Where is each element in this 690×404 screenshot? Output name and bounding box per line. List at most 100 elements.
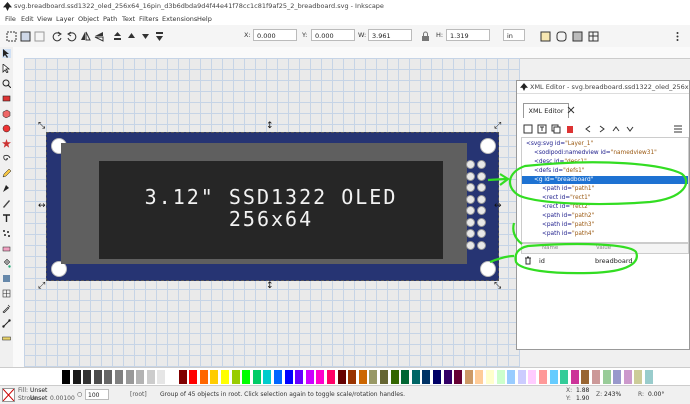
color-swatch[interactable]	[496, 370, 505, 384]
xml-node[interactable]: <path id="path3"	[522, 221, 594, 229]
scale-handle-bottom[interactable]: ↕	[266, 282, 274, 291]
layer-select[interactable]: [root]	[130, 391, 147, 398]
selector-tool-icon[interactable]	[2, 49, 11, 58]
xml-node[interactable]: <svg:svg id="Layer_1"	[522, 140, 593, 148]
color-swatch[interactable]	[125, 370, 134, 384]
rectangle-tool-icon[interactable]	[2, 94, 11, 103]
color-swatch[interactable]	[316, 370, 325, 384]
color-swatch[interactable]	[528, 370, 537, 384]
color-swatch[interactable]	[252, 370, 261, 384]
indent-node-icon[interactable]	[597, 124, 607, 134]
color-swatch[interactable]	[337, 370, 346, 384]
ellipse-tool-icon[interactable]	[2, 124, 11, 133]
xml-node[interactable]: <path id="path2"	[522, 212, 594, 220]
y-field[interactable]: 0.000	[311, 29, 355, 41]
scale-handle-right[interactable]: ↔	[494, 202, 502, 211]
zoom-tool-icon[interactable]	[2, 79, 11, 88]
raise-node-icon[interactable]	[611, 124, 621, 134]
menu-edit[interactable]: Edit	[21, 15, 34, 23]
stroke-width[interactable]: 0.00100	[50, 395, 75, 402]
menu-filters[interactable]: Filters	[139, 15, 158, 23]
paint-bucket-tool-icon[interactable]	[2, 259, 11, 268]
select-all-layers-icon[interactable]	[20, 31, 31, 42]
rotation-value[interactable]: 0.00°	[648, 391, 664, 398]
rotate-ccw-icon[interactable]	[52, 31, 63, 42]
menu-help[interactable]: Help	[197, 15, 212, 23]
xml-node[interactable]: <path id="path4"	[522, 230, 594, 238]
color-swatch[interactable]	[464, 370, 473, 384]
lock-ratio-icon[interactable]	[420, 31, 431, 42]
color-swatch[interactable]	[295, 370, 304, 384]
menu-layer[interactable]: Layer	[56, 15, 74, 23]
scale-handle-bottom-left[interactable]: ⤢	[38, 282, 45, 291]
xml-node[interactable]: <path id="path1"	[522, 185, 594, 193]
lower-node-icon[interactable]	[625, 124, 635, 134]
dropper-tool-icon[interactable]	[2, 304, 11, 313]
xml-node-selected[interactable]: <g id="breadboard"	[522, 176, 688, 184]
scale-handle-top[interactable]: ↕	[266, 122, 274, 131]
color-swatch[interactable]	[549, 370, 558, 384]
more-options-icon[interactable]	[672, 31, 683, 42]
deselect-icon[interactable]	[34, 31, 45, 42]
scale-stroke-icon[interactable]	[540, 31, 551, 42]
color-swatch[interactable]	[189, 370, 198, 384]
pen-tool-icon[interactable]	[2, 184, 11, 193]
height-field[interactable]: 1.319	[446, 29, 490, 41]
color-swatch[interactable]	[623, 370, 632, 384]
color-swatch[interactable]	[199, 370, 208, 384]
menu-path[interactable]: Path	[103, 15, 117, 23]
unit-select[interactable]: in	[503, 29, 525, 41]
color-swatch[interactable]	[72, 370, 81, 384]
color-swatch[interactable]	[539, 370, 547, 384]
raise-icon[interactable]	[126, 31, 137, 42]
color-swatch[interactable]	[305, 370, 314, 384]
color-swatch[interactable]	[221, 370, 229, 384]
canvas[interactable]: 3.12" SSD1322 OLED 256x64 ↕ ↕ ↔ ↔ ⤡ ⤢ ⤢ …	[24, 58, 520, 367]
duplicate-node-icon[interactable]	[551, 124, 561, 134]
color-swatch[interactable]	[602, 370, 611, 384]
color-swatch[interactable]	[231, 370, 240, 384]
scale-corners-icon[interactable]	[556, 31, 567, 42]
scale-handle-top-right[interactable]: ⤢	[494, 122, 501, 131]
star-tool-icon[interactable]	[2, 139, 11, 148]
move-gradients-icon[interactable]	[572, 31, 583, 42]
menu-file[interactable]: File	[5, 15, 16, 23]
color-swatch[interactable]	[284, 370, 293, 384]
color-swatch[interactable]	[83, 370, 92, 384]
color-swatch[interactable]	[115, 370, 123, 384]
color-swatch[interactable]	[210, 370, 219, 384]
mesh-tool-icon[interactable]	[2, 289, 11, 298]
color-swatch[interactable]	[104, 370, 113, 384]
color-swatch[interactable]	[475, 370, 484, 384]
eraser-tool-icon[interactable]	[2, 244, 11, 253]
xml-node[interactable]: <desc id="desc1"	[522, 158, 587, 166]
tab-xml-editor[interactable]: XML Editor	[523, 103, 569, 118]
color-swatch[interactable]	[443, 370, 452, 384]
3d-box-tool-icon[interactable]	[2, 109, 11, 118]
color-swatch[interactable]	[168, 370, 176, 384]
new-element-node-icon[interactable]	[523, 124, 533, 134]
spiral-tool-icon[interactable]	[2, 154, 11, 163]
color-swatch[interactable]	[369, 370, 378, 384]
flip-vertical-icon[interactable]	[94, 31, 105, 42]
color-swatch[interactable]	[62, 370, 70, 384]
gradient-tool-icon[interactable]	[2, 274, 11, 283]
text-tool-icon[interactable]	[2, 214, 11, 223]
measure-tool-icon[interactable]	[2, 334, 11, 343]
color-swatch[interactable]	[634, 370, 643, 384]
connector-tool-icon[interactable]	[2, 319, 11, 328]
color-swatch[interactable]	[486, 370, 494, 384]
color-swatch[interactable]	[136, 370, 145, 384]
xml-node[interactable]: <rect id="rect2"	[522, 203, 590, 211]
attribute-name[interactable]: id	[539, 257, 545, 265]
pencil-tool-icon[interactable]	[2, 169, 11, 178]
color-swatch[interactable]	[157, 370, 166, 384]
scale-handle-bottom-right[interactable]: ⤡	[494, 282, 501, 291]
opacity-field[interactable]: 100	[85, 389, 109, 400]
color-swatch[interactable]	[592, 370, 600, 384]
color-swatch[interactable]	[433, 370, 441, 384]
calligraphy-tool-icon[interactable]	[2, 199, 11, 208]
menu-extensions[interactable]: Extensions	[162, 15, 197, 23]
color-swatch[interactable]	[242, 370, 251, 384]
menu-icon[interactable]	[673, 124, 683, 134]
